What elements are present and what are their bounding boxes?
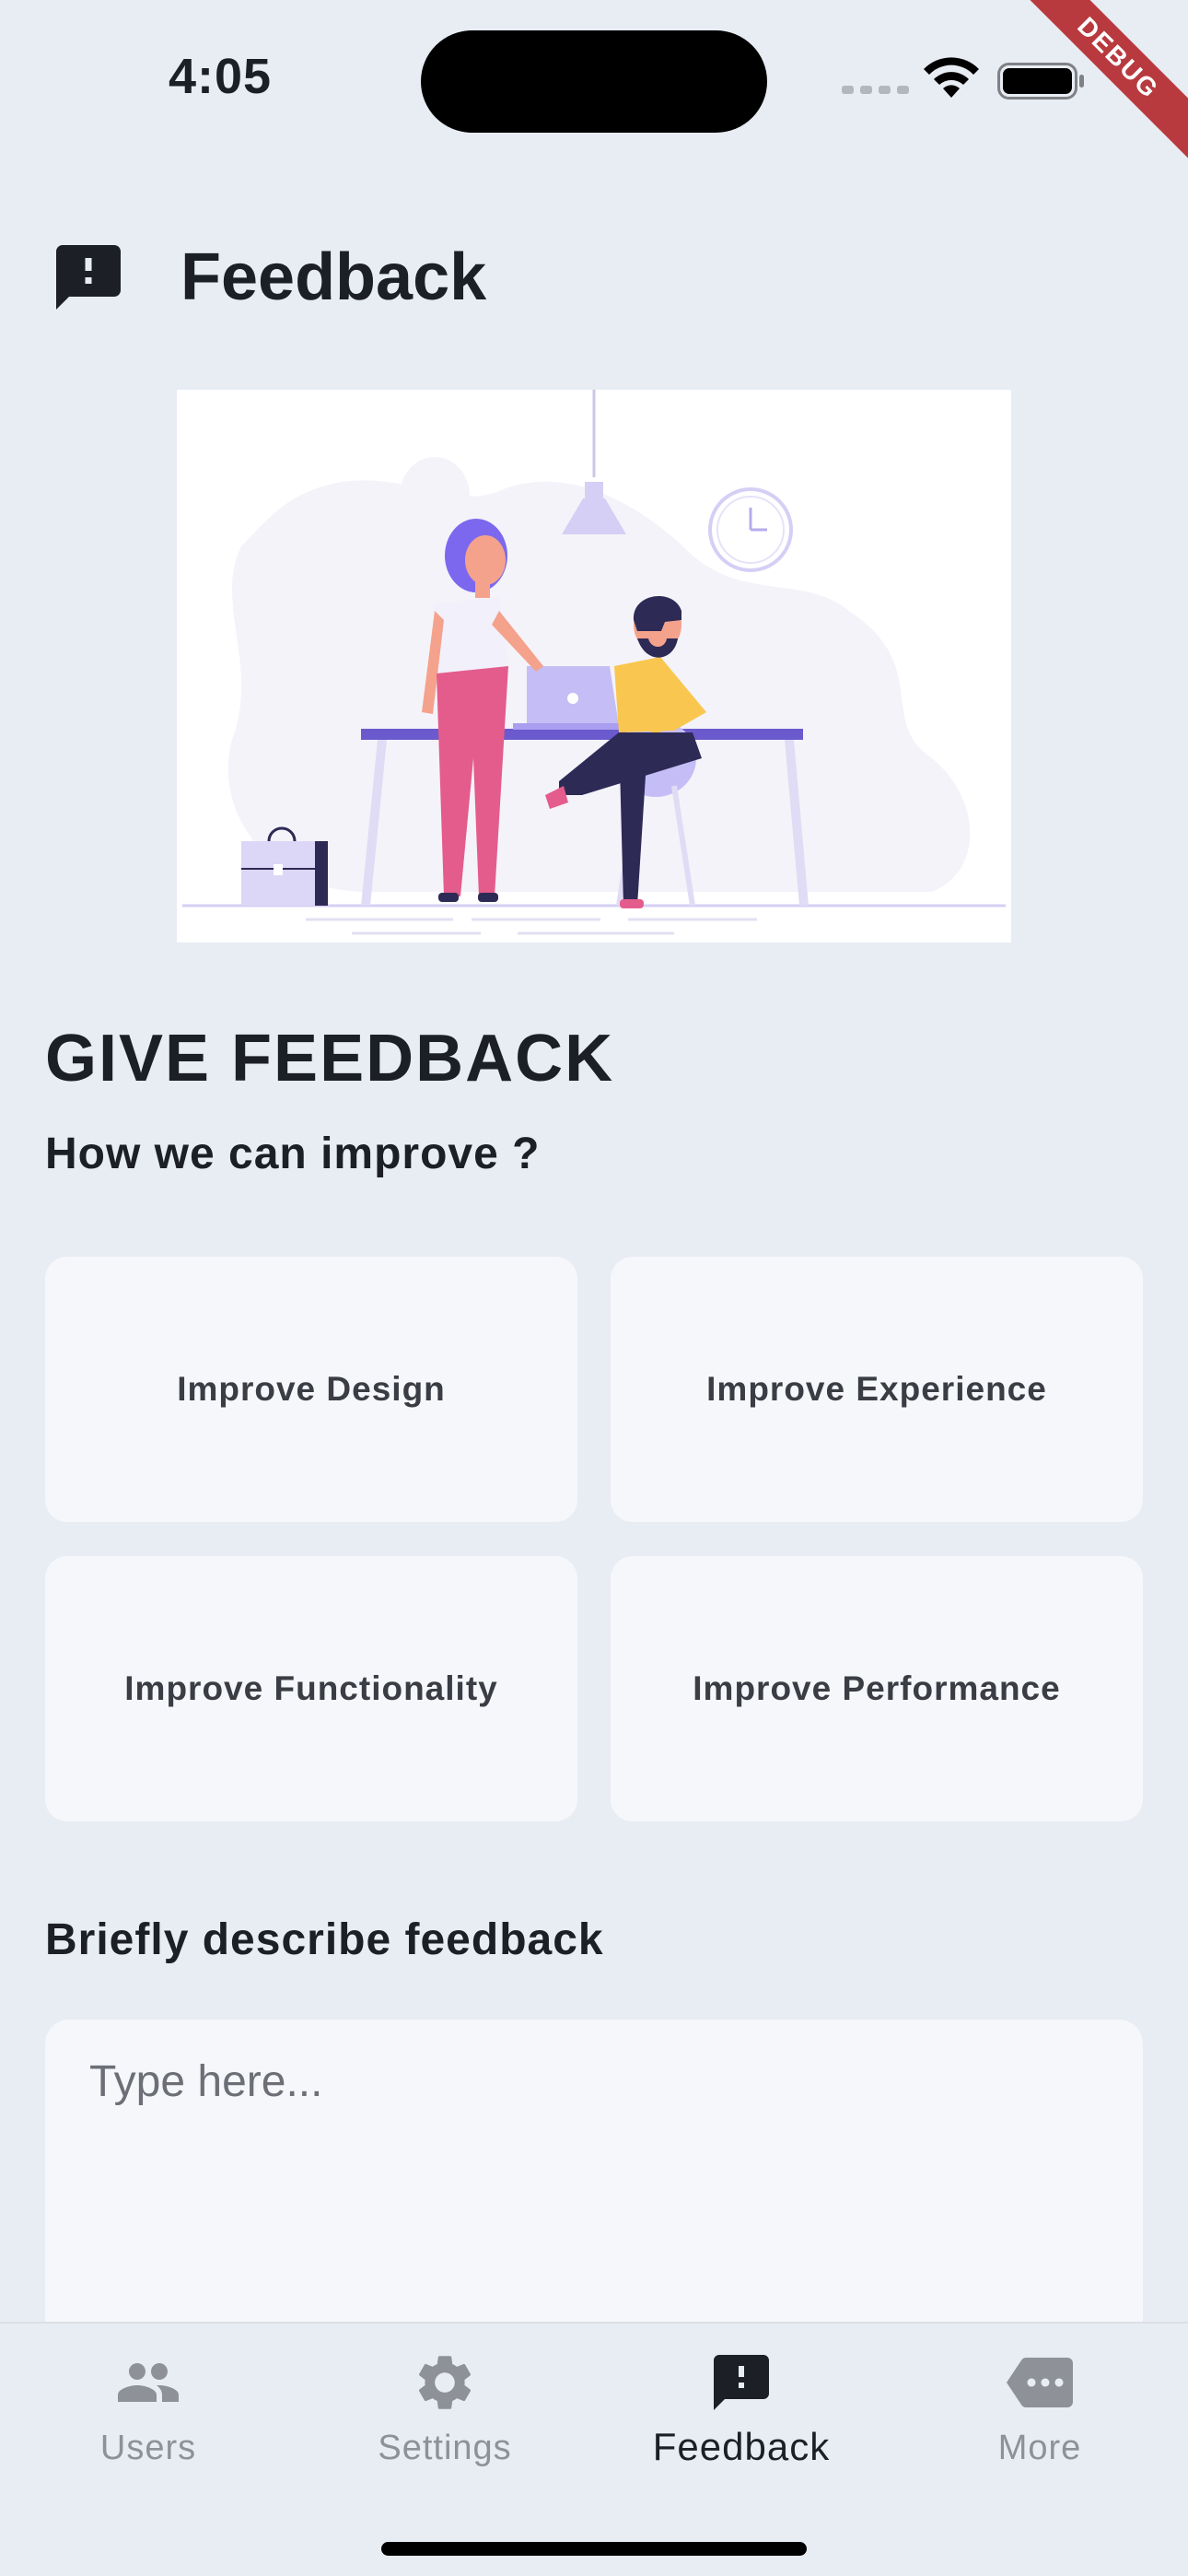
page-header: Feedback (50, 236, 486, 319)
bottom-navigation: Users Settings Feedback More (0, 2322, 1188, 2576)
option-improve-experience[interactable]: Improve Experience (611, 1257, 1143, 1522)
nav-item-feedback[interactable]: Feedback (593, 2349, 890, 2469)
cellular-signal-icon (842, 86, 909, 94)
nav-label-feedback: Feedback (652, 2425, 831, 2468)
nav-label-settings: Settings (378, 2429, 512, 2467)
option-improve-design[interactable]: Improve Design (45, 1257, 577, 1522)
option-improve-functionality[interactable]: Improve Functionality (45, 1556, 577, 1821)
feedback-icon (714, 2355, 769, 2410)
section-title: GIVE FEEDBACK (45, 1022, 615, 1095)
status-time: 4:05 (169, 49, 273, 104)
section-subtitle: How we can improve ? (45, 1130, 541, 1178)
feedback-icon (56, 245, 121, 310)
option-improve-performance[interactable]: Improve Performance (611, 1556, 1143, 1821)
describe-feedback-label: Briefly describe feedback (45, 1915, 604, 1964)
nav-item-settings[interactable]: Settings (297, 2349, 593, 2468)
status-bar: 4:05 DEBUG (0, 0, 1188, 171)
battery-icon (997, 63, 1084, 100)
gear-icon (418, 2356, 472, 2409)
more-icon (1007, 2358, 1073, 2407)
users-icon (118, 2363, 179, 2402)
home-indicator[interactable] (381, 2542, 807, 2556)
nav-label-users: Users (99, 2429, 197, 2467)
nav-label-more: More (997, 2429, 1082, 2467)
nav-item-more[interactable]: More (891, 2349, 1188, 2468)
nav-item-users[interactable]: Users (0, 2349, 297, 2468)
wifi-icon (924, 57, 979, 98)
team-working-at-desk-illustration (177, 390, 1011, 943)
page-title: Feedback (181, 240, 487, 314)
dynamic-island (421, 30, 767, 133)
